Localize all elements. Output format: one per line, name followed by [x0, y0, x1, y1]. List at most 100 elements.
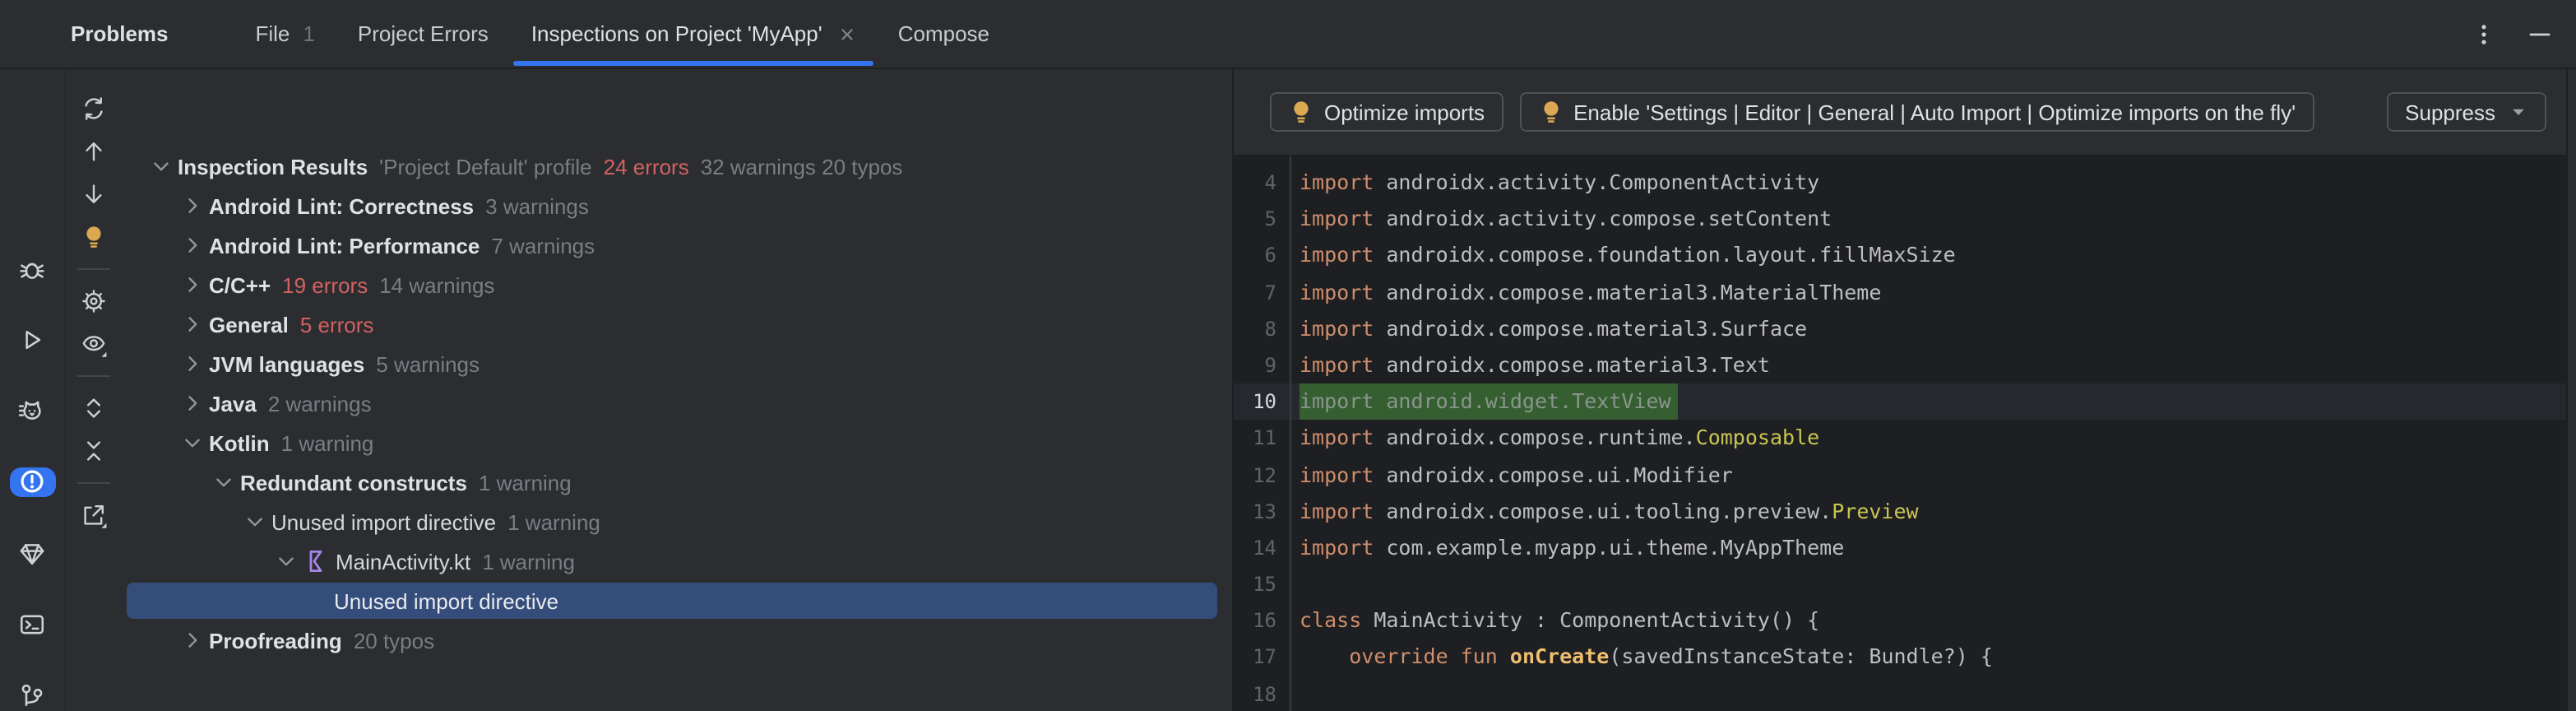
app-quality-insights-icon [18, 540, 46, 568]
stripe-button-logcat[interactable] [9, 396, 55, 426]
code-line-12[interactable]: import androidx.compose.ui.Modifier [1300, 457, 2576, 493]
code-line-4[interactable]: import androidx.activity.ComponentActivi… [1300, 165, 2576, 201]
tab-inspections-on-project-myapp[interactable]: Inspections on Project 'MyApp' [510, 0, 877, 67]
inspection-results-tree: Inspection Results'Project Default' prof… [122, 69, 1234, 711]
toolbar-button-quick-fix[interactable] [72, 216, 115, 258]
code-token: androidx.compose.material3.Surface [1374, 316, 1807, 341]
chevron-down-icon[interactable] [273, 548, 299, 574]
code-line-17[interactable]: override fun onCreate(savedInstanceState… [1300, 639, 2576, 676]
hide-window-icon[interactable] [2527, 21, 2553, 48]
tab-badge: 1 [303, 21, 314, 46]
chevron-right-icon[interactable] [179, 390, 206, 416]
stripe-button-terminal[interactable] [9, 610, 55, 640]
tab-compose[interactable]: Compose [877, 0, 1011, 67]
code-line-16[interactable]: class MainActivity : ComponentActivity()… [1300, 603, 2576, 639]
code-token: onCreate [1498, 644, 1609, 669]
toolbar-button-expand-all[interactable] [72, 387, 115, 430]
toolbar-button-view-options[interactable] [72, 323, 115, 365]
chevron-down-icon[interactable] [179, 430, 206, 456]
suppress-button[interactable]: Suppress [2387, 92, 2546, 132]
code-line-14[interactable]: import com.example.myapp.ui.theme.MyAppT… [1300, 530, 2576, 566]
chevron-right-icon[interactable] [179, 351, 206, 377]
code-line-13[interactable]: import androidx.compose.ui.tooling.previ… [1300, 493, 2576, 529]
tree-row-redundant-constructs[interactable]: Redundant constructs1 warning [122, 462, 1232, 502]
tab-project-errors[interactable]: Project Errors [336, 0, 510, 67]
tree-row-general[interactable]: General5 errors [122, 304, 1232, 344]
chevron-down-icon[interactable] [148, 153, 174, 179]
chevron-right-icon[interactable] [179, 232, 206, 258]
chevron-down-icon[interactable] [211, 469, 237, 495]
code-token: import [1300, 425, 1374, 450]
tree-row-unused-import-directive[interactable]: Unused import directive1 warning [122, 502, 1232, 541]
problems-tab-bar: Problems File1Project ErrorsInspections … [0, 0, 2576, 69]
stripe-button-app-quality-insights[interactable] [9, 538, 55, 569]
code-line-11[interactable]: import androidx.compose.runtime.Composab… [1300, 421, 2576, 457]
chevron-down-icon[interactable] [242, 509, 268, 535]
action-button-label: Optimize imports [1324, 100, 1485, 124]
main-area: Inspection Results'Project Default' prof… [0, 69, 2576, 711]
stripe-button-debug[interactable] [9, 253, 55, 284]
gutter-line-number: 5 [1234, 201, 1290, 237]
enable-settings-editor-general-auto-import-optimize-imports-on-the-fly-button[interactable]: Enable 'Settings | Editor | General | Au… [1519, 92, 2314, 132]
toolbar-divider [77, 375, 110, 377]
code-area: import androidx.activity.ComponentActivi… [1291, 156, 2576, 711]
tab-file[interactable]: File1 [234, 0, 336, 67]
left-tool-window-stripe [0, 69, 66, 711]
tree-item-count: 1 warning [482, 549, 575, 574]
tree-row-jvm-languages[interactable]: JVM languages5 warnings [122, 344, 1232, 383]
tree-row-unused-import-directive[interactable]: Unused import directive [127, 583, 1217, 619]
tree-item-label: JVM languages [209, 351, 364, 376]
tree-row-java[interactable]: Java2 warnings [122, 383, 1232, 423]
stripe-button-run[interactable] [9, 325, 55, 356]
view-options-icon [81, 331, 107, 357]
chevron-right-icon[interactable] [179, 627, 206, 653]
code-line-6[interactable]: import androidx.compose.foundation.layou… [1300, 238, 2576, 274]
toolbar-button-next-problem[interactable] [72, 173, 115, 216]
toolbar-button-open-in-editor[interactable] [72, 494, 115, 537]
code-line-8[interactable]: import androidx.compose.material3.Surfac… [1300, 311, 2576, 347]
chevron-right-icon[interactable] [179, 311, 206, 337]
toolbar-button-settings-gear[interactable] [72, 280, 115, 323]
action-button-label: Enable 'Settings | Editor | General | Au… [1573, 100, 2296, 124]
toolbar-button-previous-problem[interactable] [72, 130, 115, 173]
tree-item-count: 20 typos [354, 628, 434, 653]
code-token: import [1300, 316, 1374, 341]
tree-row-kotlin[interactable]: Kotlin1 warning [122, 423, 1232, 462]
quick-fix-icon [81, 224, 107, 250]
code-line-9[interactable]: import androidx.compose.material3.Text [1300, 347, 2576, 383]
chevron-right-icon[interactable] [179, 272, 206, 298]
toolbar-button-rerun-inspection[interactable] [72, 87, 115, 130]
tree-row-c-c[interactable]: C/C++19 errors14 warnings [122, 265, 1232, 304]
code-token: Composable [1696, 425, 1820, 450]
tree-row-android-lint-performance[interactable]: Android Lint: Performance7 warnings [122, 225, 1232, 265]
chevron-right-icon[interactable] [179, 193, 206, 219]
kotlin-file-icon [303, 548, 329, 574]
tree-row-proofreading[interactable]: Proofreading20 typos [122, 620, 1232, 660]
code-token: (savedInstanceState: Bundle?) { [1609, 644, 1993, 669]
close-tab-icon[interactable] [839, 26, 855, 42]
code-line-18[interactable] [1300, 676, 2576, 711]
editor[interactable]: 456789101112131415161718 import androidx… [1234, 156, 2576, 711]
problems-icon [18, 468, 46, 496]
code-token: androidx.compose.material3.MaterialTheme [1374, 279, 1881, 304]
stripe-button-problems[interactable] [9, 467, 55, 498]
toolbar-button-collapse-all[interactable] [72, 430, 115, 472]
code-token: import [1300, 462, 1374, 486]
optimize-imports-button[interactable]: Optimize imports [1270, 92, 1503, 132]
code-line-5[interactable]: import androidx.activity.compose.setCont… [1300, 201, 2576, 237]
tree-row-android-lint-correctness[interactable]: Android Lint: Correctness3 warnings [122, 186, 1232, 225]
stripe-button-version-control[interactable] [9, 681, 55, 711]
tree-item-count: 1 warning [479, 470, 572, 495]
toolbar-divider [77, 482, 110, 484]
gutter-line-number: 13 [1234, 493, 1290, 529]
tree-row-mainactivity-kt[interactable]: MainActivity.kt1 warning [122, 541, 1232, 581]
kebab-menu-icon[interactable] [2471, 21, 2497, 48]
code-line-15[interactable] [1300, 566, 2576, 602]
code-line-7[interactable]: import androidx.compose.material3.Materi… [1300, 274, 2576, 310]
code-token: import [1300, 170, 1374, 194]
settings-gear-icon [81, 288, 107, 314]
tree-row-inspection-results[interactable]: Inspection Results'Project Default' prof… [122, 146, 1232, 186]
code-line-10[interactable]: import android.widget.TextView [1300, 383, 2576, 420]
rerun-inspection-icon [81, 95, 107, 122]
inspection-toolbar [66, 69, 122, 711]
